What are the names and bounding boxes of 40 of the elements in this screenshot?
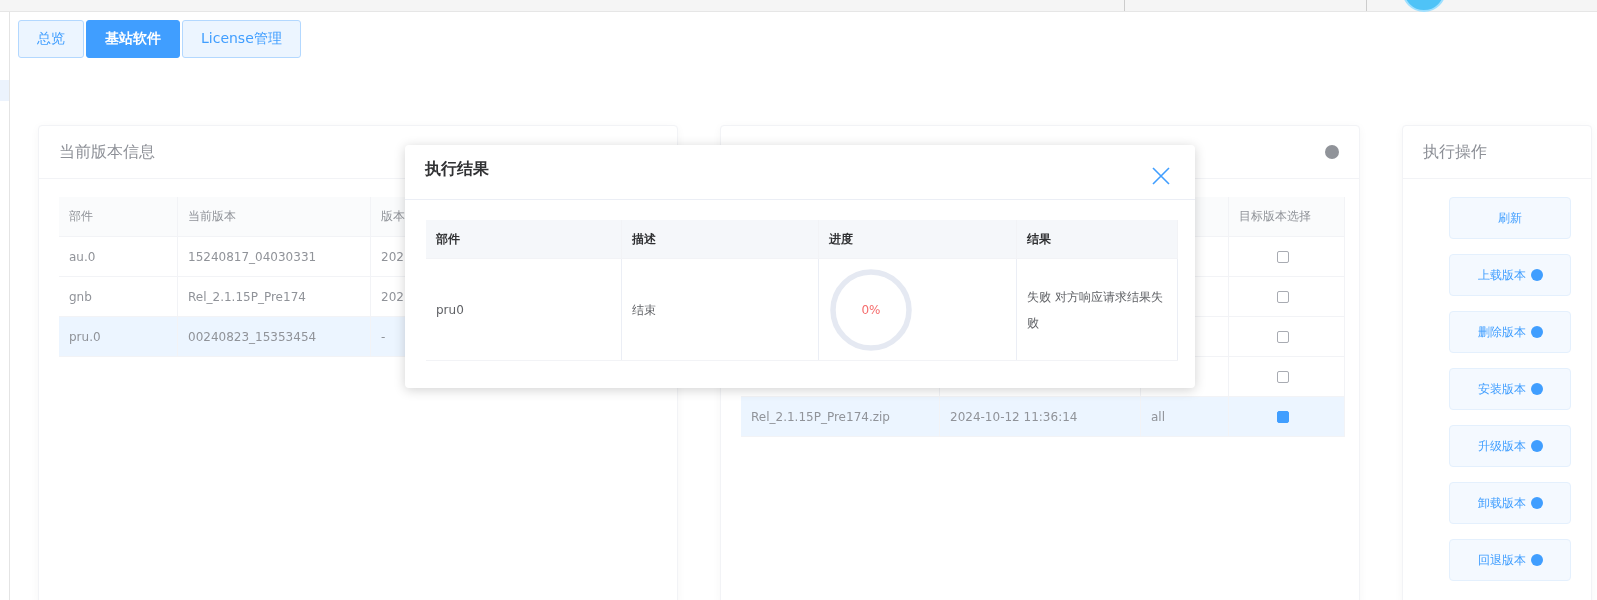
action-button[interactable]: 回退版本	[1449, 539, 1571, 581]
checkbox[interactable]	[1277, 371, 1289, 383]
action-button[interactable]: 卸载版本	[1449, 482, 1571, 524]
checkbox[interactable]	[1277, 251, 1289, 263]
table-cell: Rel_2.1.15P_Pre174	[177, 276, 371, 317]
tab[interactable]: 总览	[18, 20, 84, 58]
close-icon[interactable]	[1152, 167, 1170, 185]
column-header: 当前版本	[177, 197, 371, 237]
column-header: 描述	[621, 220, 819, 259]
table-cell: all	[1140, 396, 1229, 437]
progress-reading: 0%	[861, 302, 881, 317]
card-title: 当前版本信息	[59, 141, 155, 163]
table-cell: gnb	[59, 276, 178, 317]
tab[interactable]: License管理	[182, 20, 301, 58]
action-button[interactable]: 上载版本	[1449, 254, 1571, 296]
table-cell: au.0	[59, 236, 178, 277]
checkbox[interactable]	[1277, 291, 1289, 303]
checkbox[interactable]	[1277, 411, 1289, 423]
table-cell: 00240823_15353454	[177, 316, 371, 357]
column-header: 部件	[59, 197, 178, 237]
action-button[interactable]: 安装版本	[1449, 368, 1571, 410]
card-title: 执行操作	[1423, 141, 1487, 163]
column-header: 部件	[426, 220, 622, 259]
dialog-title: 执行结果	[425, 159, 489, 180]
column-header: 目标版本选择	[1228, 197, 1345, 237]
table-cell: 结束	[632, 302, 656, 317]
table-cell: pru0	[436, 302, 464, 317]
table-cell: 失败 对方响应请求结果失败	[1027, 289, 1163, 330]
tab[interactable]: 基站软件	[86, 20, 180, 58]
column-header: 结果	[1016, 220, 1178, 259]
column-header: 进度	[818, 220, 1017, 259]
table-cell: 2024-10-12 11:36:14	[939, 396, 1141, 437]
table-cell: 15240817_04030331	[177, 236, 371, 277]
help-icon[interactable]	[1325, 145, 1339, 159]
action-button[interactable]: 刷新	[1449, 197, 1571, 239]
table-cell: pru.0	[59, 316, 178, 357]
action-button[interactable]: 升级版本	[1449, 425, 1571, 467]
action-button[interactable]: 删除版本	[1449, 311, 1571, 353]
checkbox[interactable]	[1277, 331, 1289, 343]
table-cell: Rel_2.1.15P_Pre174.zip	[741, 396, 940, 437]
